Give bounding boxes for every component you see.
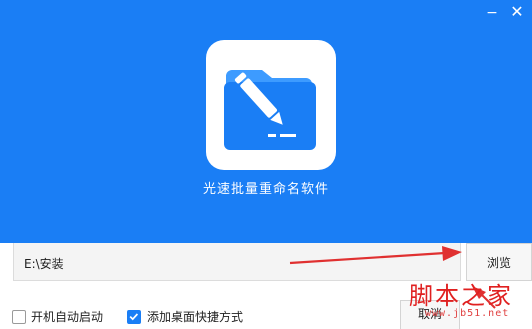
path-field[interactable] <box>13 243 461 281</box>
folder-pencil-icon <box>206 40 336 170</box>
desktop-shortcut-label: 添加桌面快捷方式 <box>147 310 244 324</box>
close-icon[interactable]: ✕ <box>508 3 526 21</box>
checkmark-icon <box>129 313 139 321</box>
autostart-checkbox[interactable] <box>12 310 26 324</box>
desktop-shortcut-checkbox[interactable] <box>127 310 141 324</box>
path-input[interactable] <box>24 254 444 272</box>
app-title: 光速批量重命名软件 <box>202 182 329 197</box>
cancel-button[interactable]: 取消 <box>400 300 460 329</box>
header-banner: − ✕ 光速批量重命名软件 <box>0 0 532 243</box>
autostart-label: 开机自动启动 <box>31 310 104 324</box>
browse-button[interactable]: 浏览 <box>466 243 532 281</box>
minimize-icon[interactable]: − <box>484 6 500 20</box>
